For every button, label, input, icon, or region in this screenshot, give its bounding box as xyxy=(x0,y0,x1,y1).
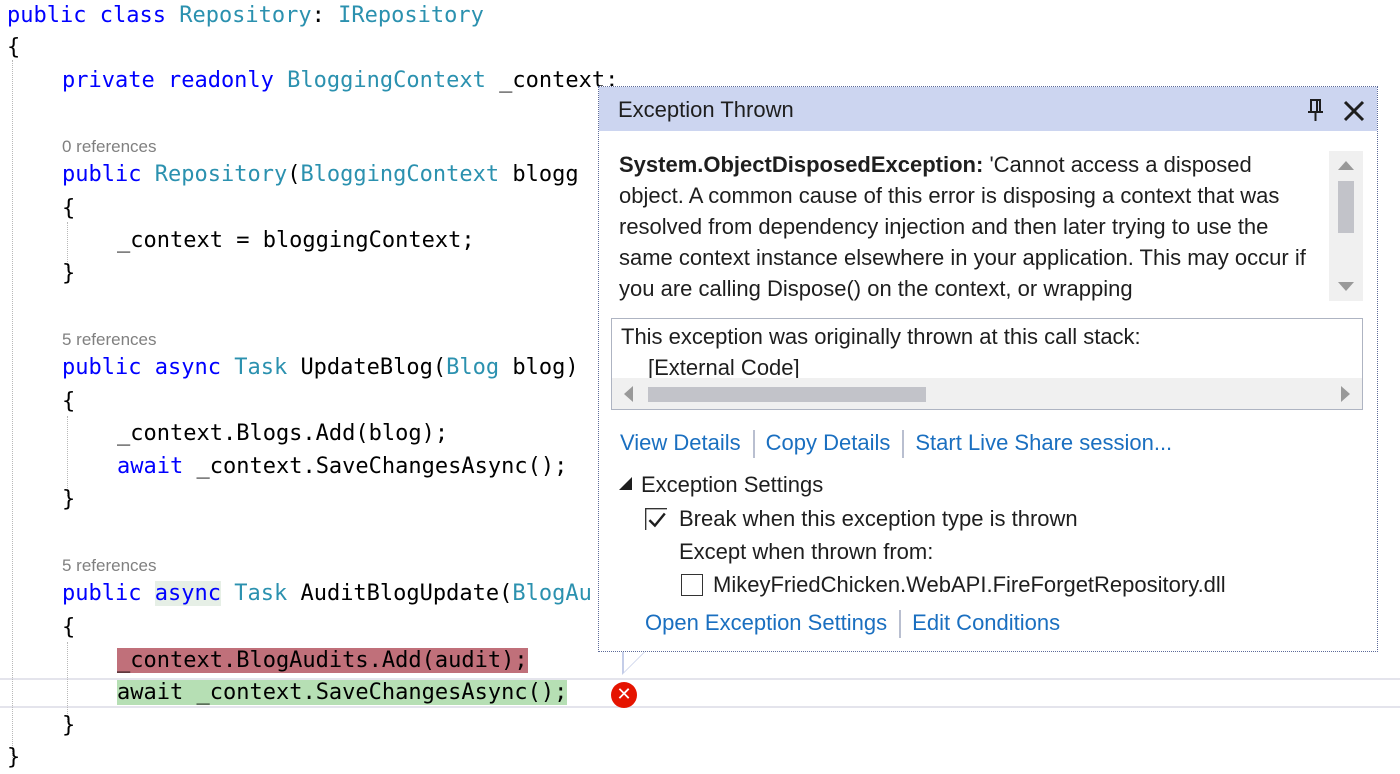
indent-guide xyxy=(12,60,13,758)
popup-title: Exception Thrown xyxy=(618,97,794,122)
break-when-thrown-label: Break when this exception type is thrown xyxy=(679,506,1078,531)
disposed-statement-highlight: _context.BlogAudits.Add(audit); xyxy=(117,648,528,673)
code-line[interactable]: } xyxy=(62,258,75,290)
code-text: _context.SaveChangesAsync(); xyxy=(196,454,568,479)
code-text: : xyxy=(311,3,325,28)
code-line[interactable]: { xyxy=(62,612,75,644)
exception-helper-popup: Exception Thrown System.ObjectDisposedEx… xyxy=(598,86,1378,652)
code-text: { xyxy=(62,615,76,640)
code-text: blogg xyxy=(512,162,579,187)
call-stack-header: This exception was originally thrown at … xyxy=(621,324,1141,349)
code-text: AuditBlogUpdate( xyxy=(300,581,513,606)
type-name: BlogAu xyxy=(512,581,592,606)
code-line[interactable]: _context.Blogs.Add(blog); xyxy=(117,418,448,450)
module-exclusion-checkbox[interactable] xyxy=(681,574,703,596)
code-line[interactable]: public async Task UpdateBlog(Blog blog) xyxy=(62,352,579,384)
codelens-references[interactable]: 5 references xyxy=(62,556,157,576)
keyword: await xyxy=(117,680,184,705)
keyword: public xyxy=(62,162,142,187)
code-text: blog) xyxy=(512,355,579,380)
code-line[interactable]: } xyxy=(62,710,75,742)
keyword: async xyxy=(154,581,221,606)
close-icon[interactable] xyxy=(1341,98,1367,124)
code-text: } xyxy=(62,487,76,512)
view-details-link[interactable]: View Details xyxy=(620,430,741,455)
code-line[interactable]: private readonly BloggingContext _contex… xyxy=(62,65,618,97)
keyword: public xyxy=(62,581,142,606)
link-separator xyxy=(899,610,902,639)
copy-details-link[interactable]: Copy Details xyxy=(766,430,891,455)
scroll-right-arrow-icon[interactable] xyxy=(1341,386,1350,402)
exception-type: System.ObjectDisposedException: xyxy=(619,152,984,177)
scroll-down-arrow-icon[interactable] xyxy=(1338,282,1354,291)
break-when-thrown-checkbox[interactable] xyxy=(645,508,667,530)
keyword: public class xyxy=(7,3,166,28)
type-name: BloggingContext xyxy=(287,68,486,93)
type-name: Task xyxy=(234,355,288,380)
code-line[interactable]: _context.BlogAudits.Add(audit); xyxy=(117,645,528,677)
module-exclusion-row[interactable]: MikeyFriedChicken.WebAPI.FireForgetRepos… xyxy=(681,569,1226,601)
collapse-triangle-icon[interactable] xyxy=(619,477,632,490)
type-name: Repository xyxy=(154,162,288,187)
type-name: IRepository xyxy=(338,3,484,28)
details-links: View Details Copy Details Start Live Share… xyxy=(620,425,1172,461)
code-line[interactable]: } xyxy=(62,484,75,516)
code-text: _context.SaveChangesAsync(); xyxy=(196,680,568,705)
code-text: { xyxy=(7,35,21,60)
scroll-thumb[interactable] xyxy=(648,387,926,402)
code-line[interactable]: { xyxy=(62,193,75,225)
code-text: _context.Blogs.Add(blog); xyxy=(117,421,449,446)
popup-header: Exception Thrown xyxy=(599,87,1377,131)
call-stack-box: This exception was originally thrown at … xyxy=(611,318,1363,410)
code-line[interactable]: public class Repository: IRepository xyxy=(7,0,484,32)
code-text: ( xyxy=(287,162,301,187)
scroll-up-arrow-icon[interactable] xyxy=(1338,161,1354,170)
pin-icon[interactable] xyxy=(1305,98,1327,122)
break-when-thrown-row[interactable]: Break when this exception type is thrown xyxy=(645,503,1078,535)
keyword: private readonly xyxy=(62,68,274,93)
current-statement-highlight: await _context.SaveChangesAsync(); xyxy=(117,680,568,705)
exception-message: System.ObjectDisposedException: 'Cannot … xyxy=(619,149,1319,305)
type-name: Task xyxy=(234,581,288,606)
code-text: } xyxy=(62,261,76,286)
link-separator xyxy=(752,430,755,459)
link-separator xyxy=(902,430,905,459)
except-when-label: Except when thrown from: xyxy=(679,539,934,564)
code-text: { xyxy=(62,196,76,221)
call-stack-horizontal-scrollbar[interactable] xyxy=(612,378,1362,409)
codelens-references[interactable]: 5 references xyxy=(62,330,157,350)
popup-callout-tail-inner xyxy=(624,652,644,672)
keyword: public async xyxy=(62,355,221,380)
codelens-references[interactable]: 0 references xyxy=(62,137,157,157)
exception-settings-label: Exception Settings xyxy=(641,472,824,497)
code-line[interactable]: await _context.SaveChangesAsync(); xyxy=(117,677,568,709)
scroll-left-arrow-icon[interactable] xyxy=(624,386,633,402)
edit-conditions-link[interactable]: Edit Conditions xyxy=(912,610,1060,635)
code-text: } xyxy=(62,713,76,738)
keyword: await xyxy=(117,454,184,479)
code-line[interactable]: { xyxy=(62,386,75,418)
scroll-thumb[interactable] xyxy=(1338,181,1354,233)
error-icon[interactable]: ✕ xyxy=(611,682,637,708)
type-name: Repository xyxy=(179,3,312,28)
live-share-link[interactable]: Start Live Share session... xyxy=(915,430,1172,455)
exception-settings-header[interactable]: Exception Settings xyxy=(619,469,823,501)
open-exception-settings-link[interactable]: Open Exception Settings xyxy=(645,610,887,635)
code-line[interactable]: } xyxy=(7,742,20,774)
code-line[interactable]: { xyxy=(7,32,20,64)
code-text: { xyxy=(62,389,76,414)
type-name: Blog xyxy=(446,355,500,380)
code-text: UpdateBlog( xyxy=(300,355,447,380)
code-line[interactable]: public Repository(BloggingContext blogg xyxy=(62,159,579,191)
message-vertical-scrollbar[interactable] xyxy=(1329,151,1363,301)
module-exclusion-label: MikeyFriedChicken.WebAPI.FireForgetRepos… xyxy=(713,572,1226,597)
code-text: _context = bloggingContext; xyxy=(117,228,475,253)
code-line[interactable]: await _context.SaveChangesAsync(); xyxy=(117,451,567,483)
code-line[interactable]: _context = bloggingContext; xyxy=(117,225,475,257)
code-line[interactable]: public async Task AuditBlogUpdate(BlogAu xyxy=(62,578,592,610)
settings-links: Open Exception Settings Edit Conditions xyxy=(645,605,1060,641)
type-name: BloggingContext xyxy=(300,162,500,187)
